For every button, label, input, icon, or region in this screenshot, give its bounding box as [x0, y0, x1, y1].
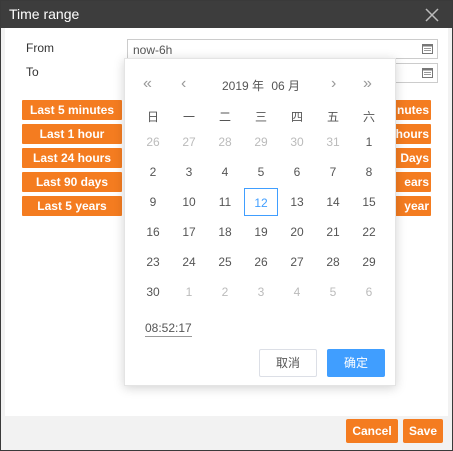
calendar-day[interactable]: 6 [352, 278, 386, 306]
calendar-day[interactable]: 30 [280, 128, 314, 156]
calendar-day[interactable]: 5 [316, 278, 350, 306]
calendar-day[interactable]: 27 [280, 248, 314, 276]
calendar-day[interactable]: 19 [244, 218, 278, 246]
calendar-day[interactable]: 25 [208, 248, 242, 276]
from-field[interactable]: now-6h [127, 39, 438, 59]
from-field-value: now-6h [133, 43, 173, 57]
calendar-day[interactable]: 3 [172, 158, 206, 186]
calendar-day[interactable]: 1 [172, 278, 206, 306]
quick-range-last-5-minutes[interactable]: Last 5 minutes [22, 100, 122, 120]
weekday-header: 四 [290, 110, 303, 124]
calendar-day[interactable]: 13 [280, 188, 314, 216]
weekday-header: 一 [182, 110, 195, 124]
calendar-day[interactable]: 1 [352, 128, 386, 156]
calendar-day[interactable]: 11 [208, 188, 242, 216]
calendar-day[interactable]: 28 [316, 248, 350, 276]
calendar-day[interactable]: 20 [280, 218, 314, 246]
calendar-day[interactable]: 24 [172, 248, 206, 276]
month-year-label: 2019 年 06 月 [125, 77, 397, 94]
calendar-day[interactable]: 3 [244, 278, 278, 306]
quick-range-right-5[interactable]: year [395, 196, 431, 216]
year-label[interactable]: 2019 年 [222, 79, 264, 93]
calendar-day[interactable]: 27 [172, 128, 206, 156]
calendar-day[interactable]: 2 [136, 158, 170, 186]
time-display[interactable]: 08:52:17 [145, 321, 192, 337]
calendar-icon[interactable] [422, 67, 433, 78]
to-label: To [26, 65, 39, 79]
next-month-icon[interactable]: › [331, 75, 336, 93]
calendar-day[interactable]: 9 [136, 188, 170, 216]
calendar-day[interactable]: 16 [136, 218, 170, 246]
calendar-day[interactable]: 8 [352, 158, 386, 186]
calendar-day[interactable]: 22 [352, 218, 386, 246]
quick-range-last-1-hour[interactable]: Last 1 hour [22, 124, 122, 144]
close-icon[interactable] [424, 7, 440, 23]
picker-ok-button[interactable]: 确定 [327, 349, 385, 377]
calendar-day[interactable]: 29 [352, 248, 386, 276]
calendar-day[interactable]: 12 [244, 188, 278, 216]
picker-cancel-button[interactable]: 取消 [259, 349, 317, 377]
calendar-day[interactable]: 4 [280, 278, 314, 306]
quick-range-last-24-hours[interactable]: Last 24 hours [22, 148, 122, 168]
calendar-day[interactable]: 23 [136, 248, 170, 276]
month-label[interactable]: 06 月 [271, 79, 300, 93]
calendar-day[interactable]: 26 [244, 248, 278, 276]
quick-range-last-90-days[interactable]: Last 90 days [22, 172, 122, 192]
calendar-day[interactable]: 15 [352, 188, 386, 216]
calendar-day[interactable]: 6 [280, 158, 314, 186]
weekday-header: 六 [362, 110, 375, 124]
quick-range-right-3[interactable]: Days [395, 148, 431, 168]
weekday-header: 日 [146, 110, 159, 124]
calendar-day[interactable]: 29 [244, 128, 278, 156]
calendar-icon[interactable] [422, 43, 433, 54]
dialog-title: Time range [9, 6, 80, 22]
quick-range-right-1[interactable]: nutes [395, 100, 431, 120]
calendar-day[interactable]: 4 [208, 158, 242, 186]
from-label: From [26, 41, 54, 55]
quick-range-right-2[interactable]: hours [395, 124, 431, 144]
calendar-day[interactable]: 17 [172, 218, 206, 246]
calendar-day[interactable]: 5 [244, 158, 278, 186]
quick-range-last-5-years[interactable]: Last 5 years [22, 196, 122, 216]
weekday-header: 三 [254, 110, 267, 124]
date-picker-popup: « ‹ 2019 年 06 月 › » 日一二三四五六 26 27 28 29 30 31… [124, 58, 396, 386]
calendar-day[interactable]: 7 [316, 158, 350, 186]
quick-range-right-4[interactable]: ears [395, 172, 431, 192]
calendar-day[interactable]: 10 [172, 188, 206, 216]
calendar-day[interactable]: 26 [136, 128, 170, 156]
calendar-day[interactable]: 2 [208, 278, 242, 306]
calendar-day[interactable]: 31 [316, 128, 350, 156]
calendar-day[interactable]: 30 [136, 278, 170, 306]
calendar-day[interactable]: 28 [208, 128, 242, 156]
dialog-titlebar: Time range [1, 1, 452, 28]
cancel-button[interactable]: Cancel [346, 419, 398, 443]
weekday-header: 二 [218, 110, 231, 124]
calendar-day[interactable]: 18 [208, 218, 242, 246]
weekday-header: 五 [326, 110, 339, 124]
next-year-icon[interactable]: » [363, 75, 372, 93]
save-button[interactable]: Save [403, 419, 443, 443]
calendar-day[interactable]: 14 [316, 188, 350, 216]
calendar-day[interactable]: 21 [316, 218, 350, 246]
